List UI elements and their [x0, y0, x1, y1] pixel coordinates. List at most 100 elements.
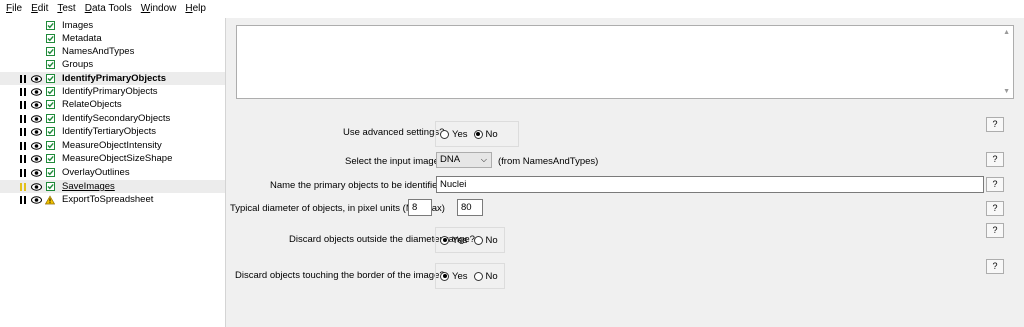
menu-file[interactable]: File [0, 0, 26, 18]
module-row[interactable]: IdentifySecondaryObjects [0, 112, 225, 125]
pause-icon[interactable] [18, 180, 28, 193]
advanced-settings-radio-group: Yes No [435, 121, 519, 147]
pause-icon[interactable] [18, 193, 28, 206]
module-name: MeasureObjectSizeShape [62, 153, 173, 164]
module-row-saveimages[interactable]: SaveImages [0, 180, 225, 193]
check-icon[interactable] [45, 45, 55, 58]
scroll-down-icon[interactable]: ▼ [1003, 88, 1010, 95]
check-icon[interactable] [45, 112, 55, 125]
eye-icon[interactable] [30, 112, 42, 125]
module-row-identifyprimaryobjects-selected[interactable]: IdentifyPrimaryObjects [0, 72, 225, 85]
radio-dot [440, 235, 449, 245]
discard-outside-yes-radio[interactable]: Yes [440, 235, 468, 246]
pause-icon[interactable] [18, 125, 28, 138]
discard-border-no-radio[interactable]: No [473, 270, 498, 282]
menu-test-label: est [62, 3, 76, 14]
radio-dot [440, 271, 449, 281]
pause-icon[interactable] [18, 98, 28, 111]
select-value: DNA [440, 154, 461, 165]
check-icon[interactable] [45, 98, 55, 111]
menu-data-tools[interactable]: Data Tools [80, 0, 136, 18]
help-button[interactable]: ? [986, 177, 1004, 192]
pause-icon[interactable] [18, 152, 28, 165]
menu-file-label: ile [12, 3, 23, 14]
check-icon[interactable] [45, 85, 55, 98]
radio-label: No [485, 128, 498, 140]
help-button[interactable]: ? [986, 152, 1004, 167]
module-row[interactable]: IdentifyPrimaryObjects [0, 85, 225, 98]
menu-window-mnemonic: W [140, 3, 151, 14]
menu-help-mnemonic: H [185, 3, 193, 14]
module-row[interactable]: RelateObjects [0, 98, 225, 111]
discard-border-yes-radio[interactable]: Yes [440, 271, 468, 282]
module-notes-textarea[interactable]: ▲ ▼ [236, 25, 1014, 99]
menu-test[interactable]: Test [52, 0, 79, 18]
check-icon[interactable] [45, 166, 55, 179]
radio-label: Yes [452, 270, 468, 282]
eye-icon[interactable] [30, 85, 42, 98]
eye-icon[interactable] [30, 72, 42, 85]
pause-icon[interactable] [18, 139, 28, 152]
radio-label: No [485, 234, 498, 246]
module-name: IdentifyTertiaryObjects [62, 126, 156, 137]
warning-icon[interactable] [45, 193, 55, 206]
diameter-max-input[interactable]: 80 [457, 199, 483, 216]
eye-icon[interactable] [30, 125, 42, 138]
eye-icon[interactable] [30, 152, 42, 165]
module-row[interactable]: MeasureObjectSizeShape [0, 152, 225, 165]
menu-window[interactable]: Window [136, 0, 181, 18]
eye-icon[interactable] [30, 98, 42, 111]
scroll-up-icon[interactable]: ▲ [1003, 29, 1010, 36]
diameter-min-input[interactable]: 8 [408, 199, 432, 216]
pause-icon[interactable] [18, 72, 28, 85]
check-icon[interactable] [45, 180, 55, 193]
objects-name-label: Name the primary objects to be identifie… [270, 180, 443, 191]
radio-label: Yes [452, 234, 468, 246]
objects-name-input[interactable]: Nuclei [436, 176, 984, 193]
advanced-no-radio[interactable]: No [473, 128, 498, 140]
menu-edit-mnemonic: E [31, 3, 38, 14]
advanced-yes-radio[interactable]: Yes [440, 129, 468, 140]
module-name: ExportToSpreadsheet [62, 194, 154, 205]
module-row[interactable]: ExportToSpreadsheet [0, 193, 225, 206]
input-image-select[interactable]: DNA ⌵ [436, 152, 492, 168]
menu-edit[interactable]: Edit [26, 0, 52, 18]
check-icon[interactable] [45, 72, 55, 85]
check-icon[interactable] [45, 139, 55, 152]
menu-data-tools-label: ata Tools [91, 3, 132, 14]
module-name: Groups [62, 59, 94, 70]
chevron-down-icon: ⌵ [480, 155, 487, 164]
help-button[interactable]: ? [986, 117, 1004, 132]
check-icon[interactable] [45, 152, 55, 165]
radio-dot [440, 129, 449, 139]
input-image-label: Select the input image [345, 156, 440, 167]
check-icon[interactable] [45, 125, 55, 138]
radio-label: No [485, 270, 498, 282]
module-row[interactable]: OverlayOutlines [0, 166, 225, 179]
menu-help[interactable]: Help [180, 0, 210, 18]
eye-icon[interactable] [30, 180, 42, 193]
eye-icon[interactable] [30, 139, 42, 152]
module-row-images[interactable]: Images [0, 19, 225, 32]
eye-icon[interactable] [30, 193, 42, 206]
radio-dot [473, 129, 483, 139]
pause-icon[interactable] [18, 166, 28, 179]
pause-icon[interactable] [18, 112, 28, 125]
menu-bar: File Edit Test Data Tools Window Help [0, 0, 1024, 18]
pause-icon[interactable] [18, 85, 28, 98]
module-row-groups[interactable]: Groups [0, 58, 225, 71]
module-row[interactable]: MeasureObjectIntensity [0, 139, 225, 152]
help-button[interactable]: ? [986, 223, 1004, 238]
discard-border-label: Discard objects touching the border of t… [235, 270, 445, 281]
discard-outside-no-radio[interactable]: No [473, 234, 498, 246]
check-icon[interactable] [45, 58, 55, 71]
radio-label: Yes [452, 128, 468, 140]
check-icon[interactable] [45, 19, 55, 32]
help-button[interactable]: ? [986, 259, 1004, 274]
eye-icon[interactable] [30, 166, 42, 179]
module-row[interactable]: IdentifyTertiaryObjects [0, 125, 225, 138]
check-icon[interactable] [45, 32, 55, 45]
module-row-metadata[interactable]: Metadata [0, 32, 225, 45]
help-button[interactable]: ? [986, 201, 1004, 216]
module-row-namesandtypes[interactable]: NamesAndTypes [0, 45, 225, 58]
